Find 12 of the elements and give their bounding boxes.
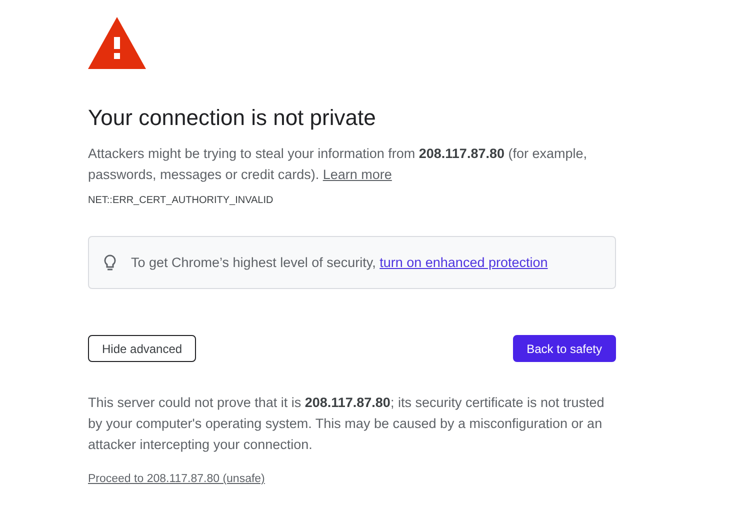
details-paragraph: This server could not prove that it is 208.117.87.80; its security certificate is not trusted by your computer's operating system. This may be caused by a misconfiguration or an attacker intercepting your connection. <box>88 394 606 454</box>
proceed-link[interactable]: Proceed to 208.117.87.80 (unsafe) <box>88 473 265 485</box>
intro-paragraph: Attackers might be trying to steal your information from 208.117.87.80 (for example, passwords, messages or credit cards). Learn more <box>88 145 588 184</box>
lightbulb-icon <box>103 254 117 272</box>
tip-text: To get Chrome’s highest level of security, turn on enhanced protection <box>131 255 548 270</box>
hide-advanced-button[interactable]: Hide advanced <box>88 335 196 362</box>
learn-more-link[interactable]: Learn more <box>322 167 392 182</box>
warning-icon <box>88 17 146 69</box>
error-code: NET::ERR_CERT_AUTHORITY_INVALID <box>88 195 274 206</box>
page-heading: Your connection is not private <box>88 104 377 132</box>
enhanced-protection-link[interactable]: turn on enhanced protection <box>380 255 548 270</box>
back-to-safety-button[interactable]: Back to safety <box>512 335 616 362</box>
